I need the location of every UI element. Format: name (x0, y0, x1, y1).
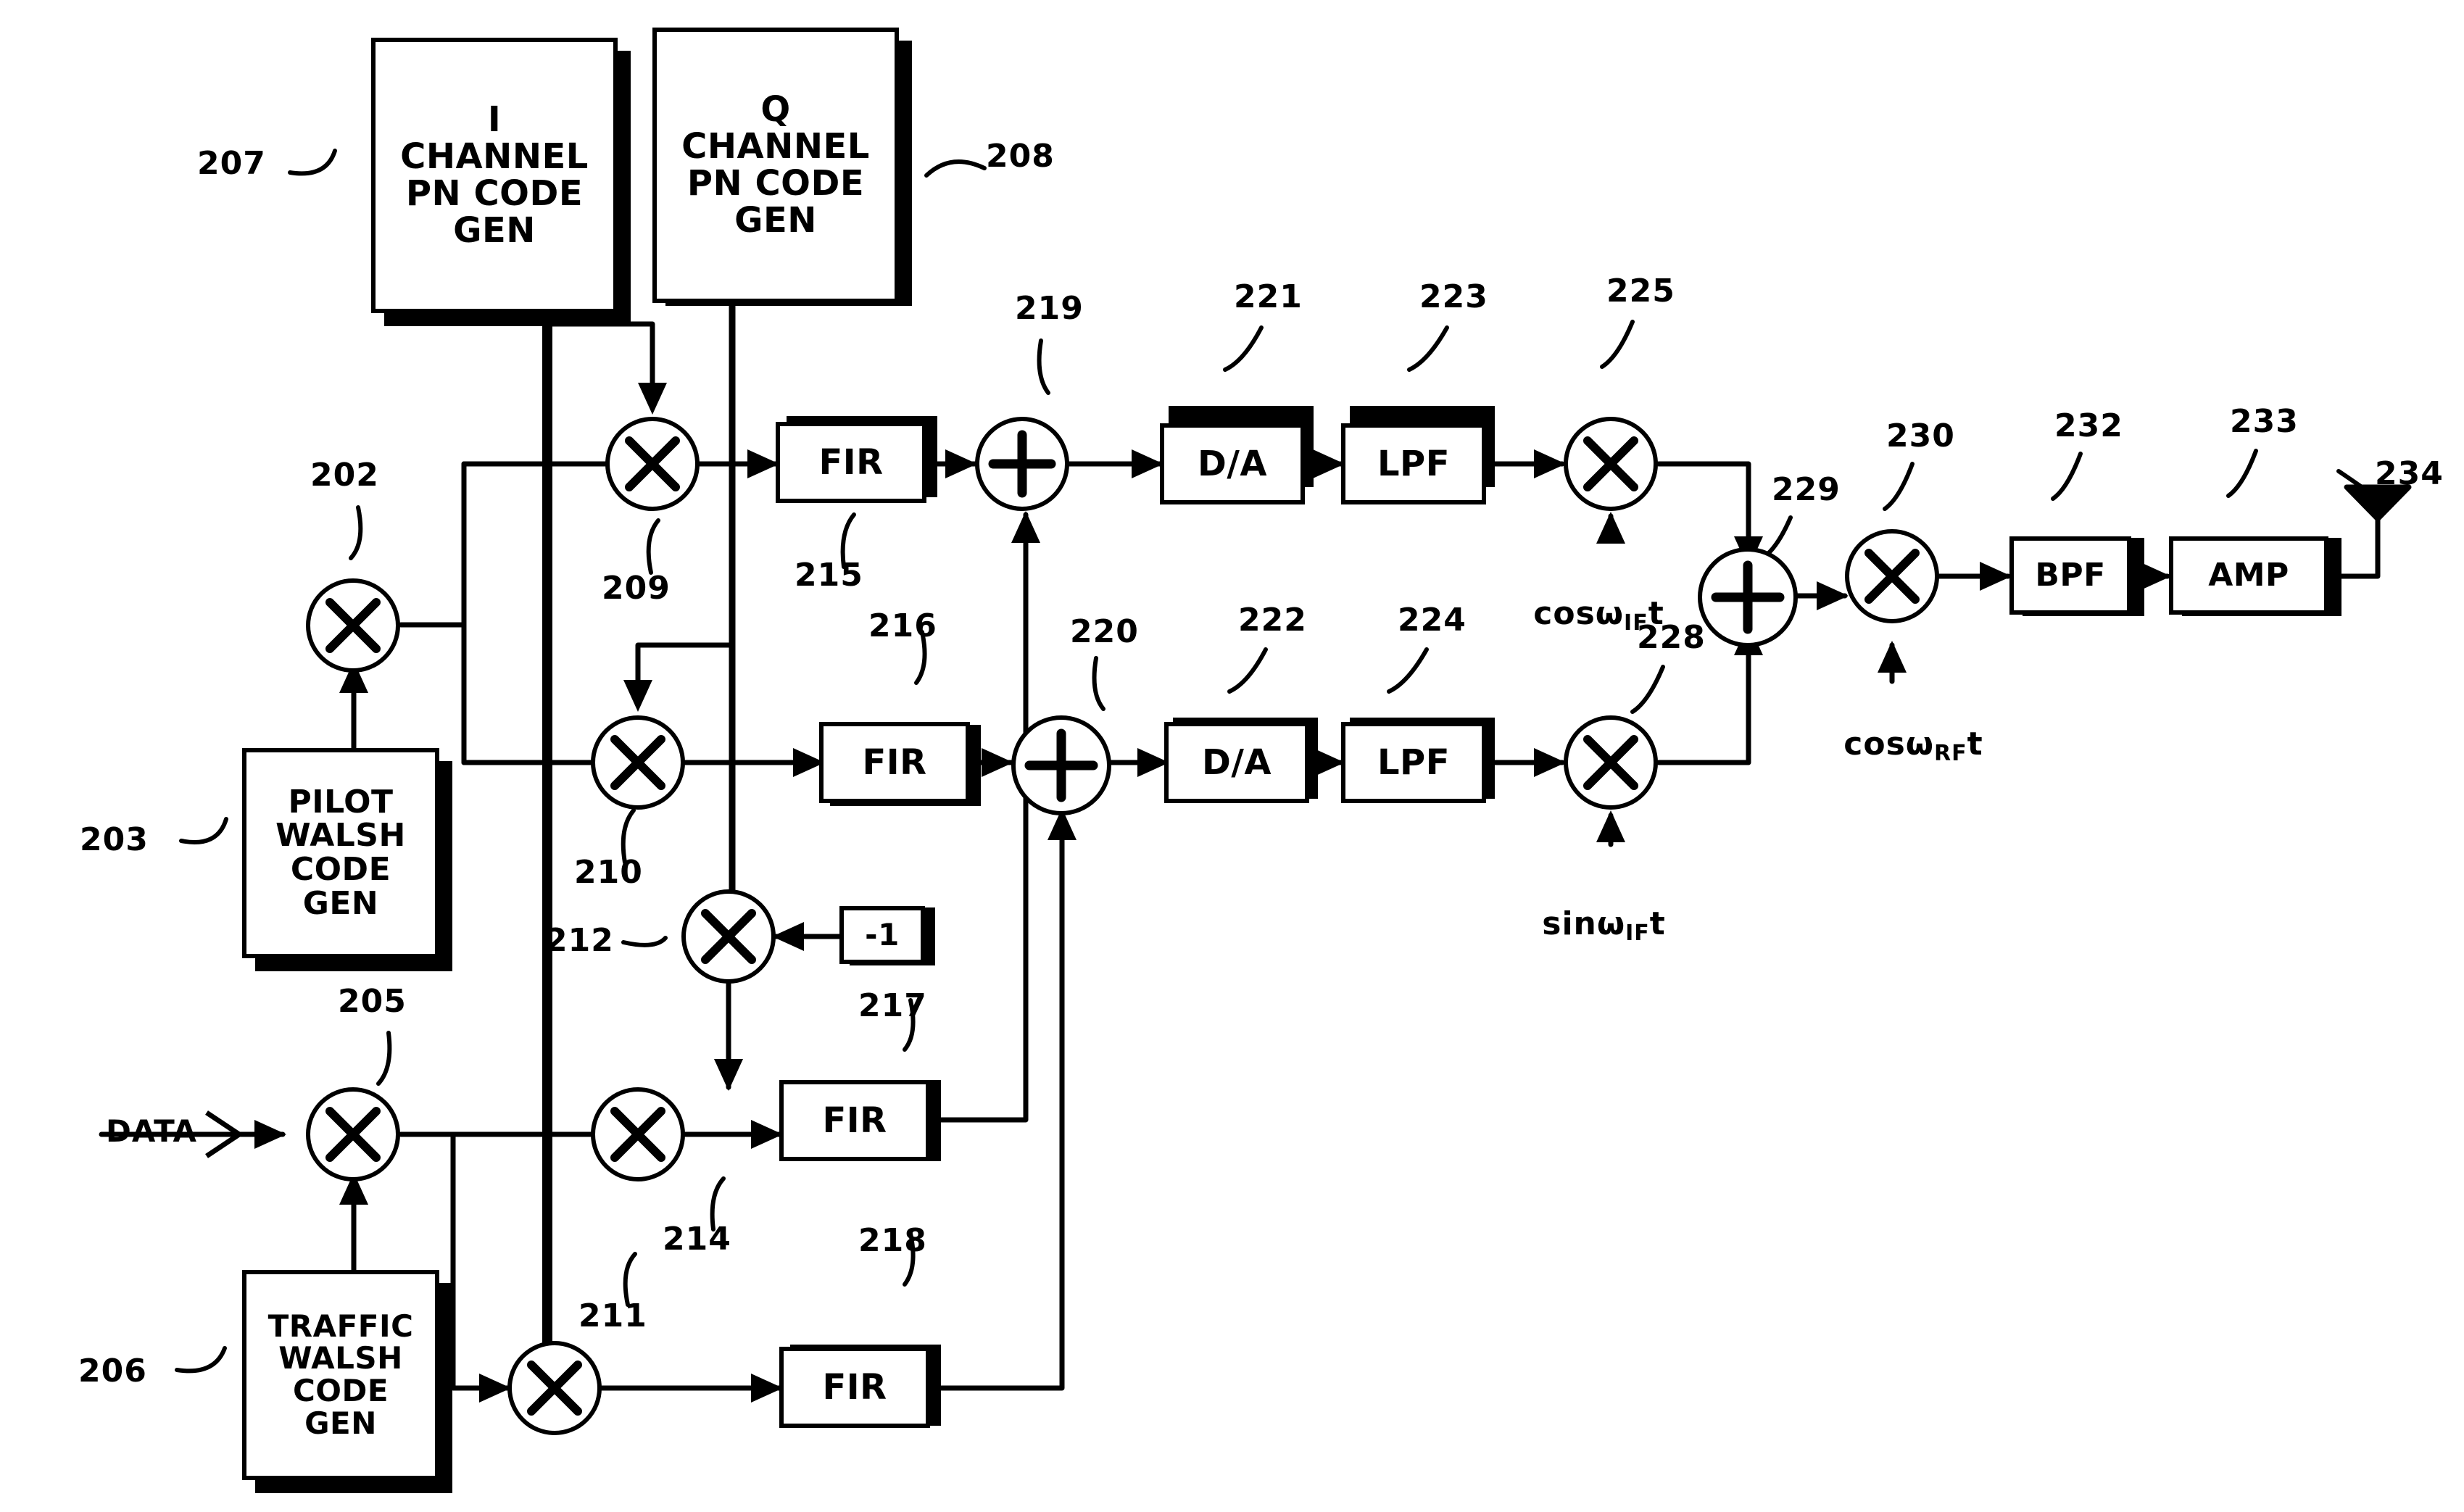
ref-233: 233 (2230, 403, 2299, 440)
sin-if-main: sinω (1542, 905, 1626, 942)
cos-rf-main: cosω (1843, 726, 1935, 763)
ref-205: 205 (338, 983, 407, 1020)
ref-214: 214 (663, 1221, 731, 1258)
ref-215: 215 (795, 557, 863, 594)
ref-220: 220 (1070, 613, 1139, 650)
ref-216: 216 (868, 607, 937, 644)
ref-229: 229 (1772, 471, 1841, 508)
cos-if-tail: t (1648, 595, 1664, 632)
ref-207: 207 (197, 145, 266, 182)
ref-208: 208 (986, 138, 1055, 175)
cos-rf-tail: t (1967, 726, 1983, 763)
ref-224: 224 (1398, 602, 1467, 639)
ref-222: 222 (1238, 602, 1307, 639)
signal-sin-omega-if-t: sinωIFt (1495, 868, 1666, 983)
ref-223: 223 (1419, 278, 1488, 315)
operator-glyphs (325, 430, 1920, 1416)
ref-225: 225 (1606, 273, 1675, 310)
ref-209: 209 (602, 570, 671, 607)
sin-if-sub: IF (1625, 921, 1650, 946)
ref-218: 218 (858, 1222, 927, 1259)
ref-232: 232 (2054, 407, 2123, 444)
signal-cos-omega-rf-t: cosωRFt (1796, 689, 1983, 803)
ref-203: 203 (80, 821, 149, 858)
cos-if-sub: IF (1624, 610, 1648, 636)
ref-212: 212 (545, 922, 614, 959)
signal-cos-omega-if-t: cosωIFt (1486, 558, 1664, 673)
ref-206: 206 (78, 1353, 147, 1390)
sin-if-tail: t (1649, 905, 1666, 942)
ref-234: 234 (2375, 455, 2444, 492)
ref-202: 202 (310, 457, 379, 494)
cos-rf-sub: RF (1934, 741, 1967, 766)
cos-if-main: cosω (1533, 595, 1625, 632)
ref-210: 210 (574, 854, 643, 891)
ref-219: 219 (1015, 290, 1084, 327)
ref-211: 211 (578, 1297, 647, 1334)
ref-217: 217 (858, 987, 927, 1024)
patent-figure-canvas: I CHANNEL PN CODE GEN Q CHANNEL PN CODE … (0, 0, 2464, 1512)
data-input-label: DATA (106, 1113, 198, 1149)
ref-230: 230 (1886, 418, 1955, 454)
ref-221: 221 (1234, 278, 1303, 315)
